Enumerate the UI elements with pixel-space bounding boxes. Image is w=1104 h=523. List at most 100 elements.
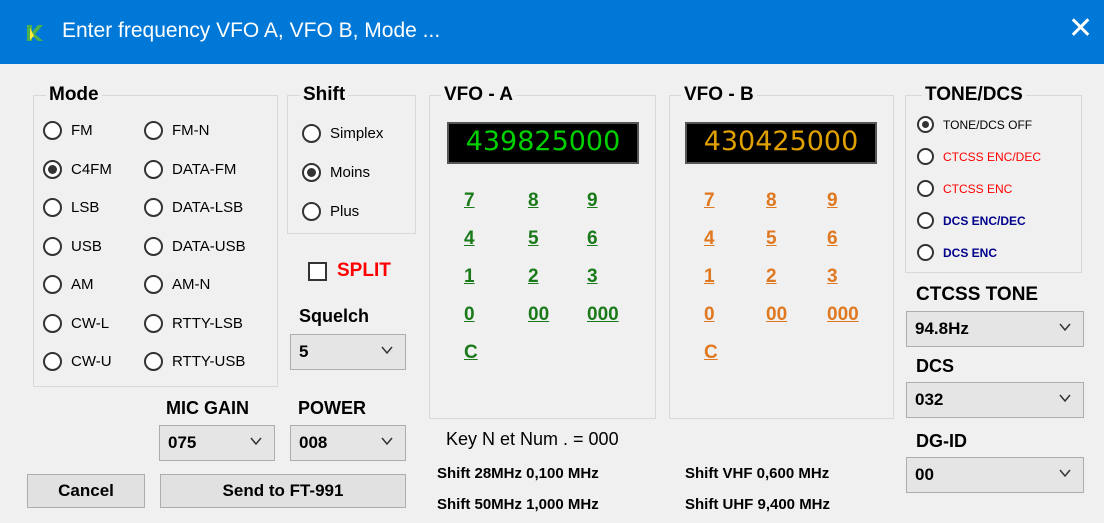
radio-circle[interactable] xyxy=(144,275,163,294)
shift-radio-simplex[interactable]: Simplex xyxy=(302,124,383,143)
shift-radio-plus[interactable]: Plus xyxy=(302,202,359,221)
chevron-down-icon xyxy=(250,437,262,446)
radio-circle[interactable] xyxy=(144,352,163,371)
radio-label: LSB xyxy=(71,199,100,216)
vfo-b-key-3[interactable]: 3 xyxy=(827,266,838,288)
radio-label: C4FM xyxy=(71,160,112,178)
dg-id-value: 00 xyxy=(915,465,934,484)
radio-circle[interactable] xyxy=(917,212,934,229)
cancel-button[interactable]: Cancel xyxy=(27,474,145,508)
chevron-down-icon xyxy=(1059,469,1071,478)
mode-radio-rtty-lsb[interactable]: RTTY-LSB xyxy=(144,313,243,333)
radio-label: CTCSS ENC/DEC xyxy=(943,149,1042,164)
vfo-b-key-4[interactable]: 4 xyxy=(704,228,715,250)
radio-circle[interactable] xyxy=(144,121,163,140)
vfo-a-key-7[interactable]: 7 xyxy=(464,190,475,212)
vfo-b-key-0[interactable]: 0 xyxy=(704,304,715,326)
vfo-b-key-000[interactable]: 000 xyxy=(827,304,859,326)
ctcss-tone-label: CTCSS TONE xyxy=(916,284,1039,305)
radio-label: DATA-LSB xyxy=(172,199,244,216)
radio-circle[interactable] xyxy=(144,198,163,217)
send-button[interactable]: Send to FT-991 xyxy=(160,474,406,508)
mode-radio-fm-n[interactable]: FM-N xyxy=(144,121,210,140)
mode-radio-data-usb[interactable]: DATA-USB xyxy=(144,236,246,256)
vfo-a-key-1[interactable]: 1 xyxy=(464,266,475,288)
radio-circle[interactable] xyxy=(43,159,62,179)
chevron-down-icon xyxy=(1059,323,1071,332)
radio-circle[interactable] xyxy=(144,236,163,256)
dcs-label: DCS xyxy=(916,356,955,376)
vfo-a-key-6[interactable]: 6 xyxy=(587,228,598,250)
radio-label: TONE/DCS OFF xyxy=(943,117,1033,132)
radio-circle[interactable] xyxy=(144,159,163,179)
tone-radio-4[interactable]: DCS ENC xyxy=(917,244,997,261)
mode-label: Mode xyxy=(46,84,102,106)
radio-circle[interactable] xyxy=(43,198,62,217)
radio-circle[interactable] xyxy=(917,116,934,133)
mode-radio-cw-l[interactable]: CW-L xyxy=(43,313,109,333)
radio-label: CTCSS ENC xyxy=(943,181,1013,196)
radio-circle[interactable] xyxy=(43,352,62,371)
shift-28mhz: Shift 28MHz 0,100 MHz xyxy=(437,465,599,482)
vfo-b-key-1[interactable]: 1 xyxy=(704,266,715,288)
vfo-a-key-4[interactable]: 4 xyxy=(464,228,475,250)
split-checkbox[interactable] xyxy=(308,262,327,281)
radio-circle[interactable] xyxy=(144,313,163,333)
key-info: Key N et Num . = 000 xyxy=(446,429,619,449)
mode-radio-am-n[interactable]: AM-N xyxy=(144,275,210,294)
radio-circle[interactable] xyxy=(43,275,62,294)
shift-radio-moins[interactable]: Moins xyxy=(302,163,370,182)
vfo-b-key-C[interactable]: C xyxy=(704,342,718,364)
vfo-b-key-9[interactable]: 9 xyxy=(827,190,838,212)
dcs-select[interactable]: 032 xyxy=(906,382,1084,418)
mode-radio-am[interactable]: AM xyxy=(43,275,94,294)
vfo-b-key-7[interactable]: 7 xyxy=(704,190,715,212)
tone-radio-3[interactable]: DCS ENC/DEC xyxy=(917,212,1026,229)
vfo-b-key-00[interactable]: 00 xyxy=(766,304,787,326)
vfo-a-key-000[interactable]: 000 xyxy=(587,304,619,326)
mode-radio-fm[interactable]: FM xyxy=(43,121,93,140)
radio-circle[interactable] xyxy=(302,124,321,143)
mode-radio-cw-u[interactable]: CW-U xyxy=(43,352,112,371)
ctcss-tone-select[interactable]: 94.8Hz xyxy=(906,311,1084,347)
radio-circle[interactable] xyxy=(917,148,934,165)
radio-circle[interactable] xyxy=(302,163,321,182)
tone-radio-0[interactable]: TONE/DCS OFF xyxy=(917,116,1032,133)
vfo-a-key-9[interactable]: 9 xyxy=(587,190,598,212)
squelch-label: Squelch xyxy=(299,306,370,326)
vfo-b-key-8[interactable]: 8 xyxy=(766,190,777,212)
mode-radio-data-fm[interactable]: DATA-FM xyxy=(144,159,236,179)
mic-gain-select[interactable]: 075 xyxy=(159,425,275,461)
radio-circle[interactable] xyxy=(43,236,62,256)
mode-radio-usb[interactable]: USB xyxy=(43,236,102,256)
mode-radio-data-lsb[interactable]: DATA-LSB xyxy=(144,198,243,217)
vfo-a-key-8[interactable]: 8 xyxy=(528,190,539,212)
power-select[interactable]: 008 xyxy=(290,425,406,461)
tone-radio-2[interactable]: CTCSS ENC xyxy=(917,180,1012,197)
vfo-b-key-5[interactable]: 5 xyxy=(766,228,777,250)
radio-circle[interactable] xyxy=(43,313,62,333)
radio-circle[interactable] xyxy=(917,180,934,197)
close-icon[interactable]: ✕ xyxy=(1068,14,1093,44)
mode-radio-c4fm[interactable]: C4FM xyxy=(43,159,112,179)
vfo-b-key-6[interactable]: 6 xyxy=(827,228,838,250)
radio-circle[interactable] xyxy=(917,244,934,261)
mode-radio-lsb[interactable]: LSB xyxy=(43,198,99,217)
power-value: 008 xyxy=(299,433,328,452)
vfo-a-key-0[interactable]: 0 xyxy=(464,304,475,326)
mode-radio-rtty-usb[interactable]: RTTY-USB xyxy=(144,352,245,371)
tone-radio-1[interactable]: CTCSS ENC/DEC xyxy=(917,148,1041,165)
radio-circle[interactable] xyxy=(43,121,62,140)
vfo-a-key-C[interactable]: C xyxy=(464,342,478,364)
shift-label: Shift xyxy=(300,84,349,106)
dg-id-select[interactable]: 00 xyxy=(906,457,1084,493)
squelch-select[interactable]: 5 xyxy=(290,334,406,370)
vfo-a-key-00[interactable]: 00 xyxy=(528,304,549,326)
vfo-b-key-2[interactable]: 2 xyxy=(766,266,777,288)
vfo-a-key-2[interactable]: 2 xyxy=(528,266,539,288)
radio-circle[interactable] xyxy=(302,202,321,221)
vfo-a-key-3[interactable]: 3 xyxy=(587,266,598,288)
radio-label: FM-N xyxy=(172,122,210,139)
vfo-a-key-5[interactable]: 5 xyxy=(528,228,539,250)
radio-label: USB xyxy=(71,237,102,255)
